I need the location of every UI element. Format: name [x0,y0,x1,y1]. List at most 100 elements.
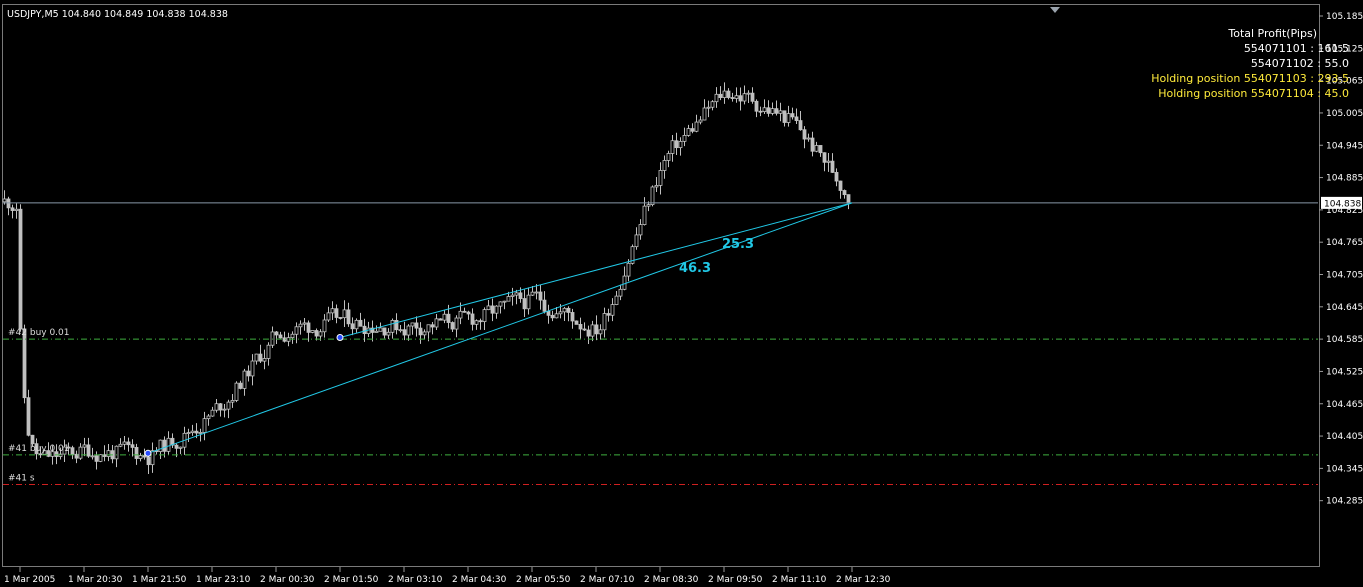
candle-body [402,329,407,336]
candle-body [746,92,751,95]
time-tick-label: 1 Mar 23:10 [196,575,251,585]
candle-body [678,140,683,149]
order-level-label: #41 buy 0.01 [8,444,70,454]
candle-body [542,299,547,312]
candle-body [610,304,615,316]
candle-body [734,95,739,99]
candle-body [250,360,255,377]
candle-body [414,322,419,329]
candle-body [706,106,711,109]
candle-body [2,198,7,203]
candle-body [6,198,11,209]
candle-body [798,120,803,131]
candle-body [518,292,523,299]
candle-body [326,312,331,321]
candle-body [30,434,35,445]
candle-body [826,160,831,163]
candle-body [430,324,435,328]
price-chart[interactable]: #42 buy 0.01 #41 buy 0.01 #41 s 46.3 25.3 1… [0,0,1363,587]
candle-body [638,224,643,236]
candle-body [350,323,355,330]
candle-body [754,100,759,112]
candle-body [266,344,271,359]
candle-body [258,353,263,362]
price-tick-label: 104.405 [1326,432,1363,442]
candle-body [14,208,19,211]
candle-body [338,317,343,319]
candle-body [786,113,791,123]
profit-panel-row: 554071102 : 55.0 [1251,57,1349,70]
candle-body [94,455,99,462]
candle-body [614,295,619,305]
candle-body [322,319,327,333]
candle-body [302,322,307,325]
candle-body [86,444,91,457]
candle-body [726,90,731,98]
candle-body [530,291,535,296]
candle-body [722,90,727,99]
candle-body [70,447,75,455]
candle-body [218,403,223,411]
candle-body [114,445,119,460]
candle-body [242,370,247,389]
candle-body [594,324,599,335]
candle-body [134,447,139,459]
candle-body [122,441,127,445]
candle-body [534,291,539,294]
price-tick-label: 104.285 [1326,497,1363,507]
candle-body [246,370,251,377]
candle-body [750,92,755,102]
candle-body [718,93,723,99]
candle-body [838,180,843,191]
candle-body [426,324,431,333]
candle-body [342,309,347,319]
candle-body [186,432,191,435]
candle-body [770,108,775,114]
candle-body [146,456,151,466]
candle-body [642,205,647,225]
trendline-anchor-point [144,449,152,457]
candle-body [334,308,339,318]
candle-body [234,382,239,401]
candle-body [598,329,603,335]
time-tick-label: 2 Mar 01:50 [324,575,379,585]
candle-body [802,129,807,140]
profit-panel-row: 554071101 : 161.5 [1244,42,1349,55]
candle-body [554,313,559,319]
candle-body [710,101,715,108]
candle-body [694,121,699,132]
candle-body [214,403,219,411]
candle-body [510,294,515,297]
candle-body [562,307,567,313]
candle-body [494,305,499,314]
candle-body [438,318,443,321]
candle-body [742,93,747,102]
time-tick-label: 2 Mar 03:10 [388,575,443,585]
candle-body [790,113,795,118]
candle-body [818,145,823,154]
candle-body [270,331,275,346]
candle-body [618,288,623,297]
profit-panel-row: Holding position 554071104 : 45.0 [1158,87,1349,100]
candle-body [730,97,735,99]
candle-body [522,298,527,310]
time-tick-label: 2 Mar 00:30 [260,575,315,585]
candle-body [458,310,463,319]
profit-panel-row: Holding position 554071103 : 293.5 [1151,72,1349,85]
price-tick-label: 105.005 [1326,109,1363,119]
candle-body [846,194,851,204]
candle-body [570,312,575,322]
candle-body [538,291,543,301]
candle-body [210,409,215,417]
candle-body [118,443,123,447]
candle-body [590,324,595,337]
candle-body [482,309,487,323]
candle-body [686,128,691,136]
order-level-label: #41 s [8,474,35,484]
price-tick-label: 104.645 [1326,303,1363,313]
candle-body [190,430,195,434]
candle-body [362,325,367,335]
price-tick-label: 104.345 [1326,464,1363,474]
candle-body [582,328,587,331]
candle-body [834,172,839,182]
